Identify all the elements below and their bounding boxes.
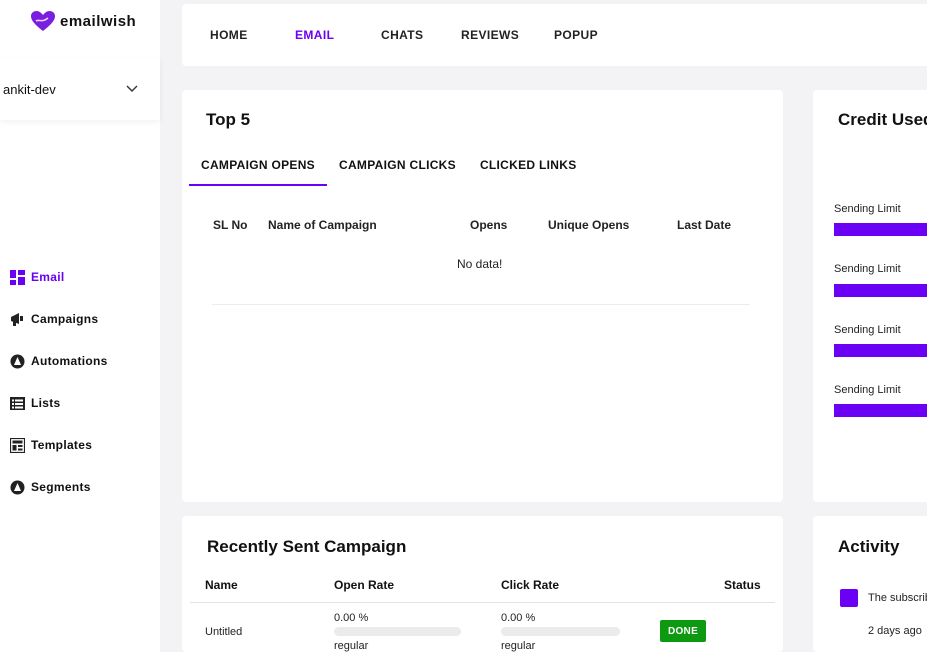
tab-popup[interactable]: POPUP <box>554 28 598 42</box>
credit-used-card: Credit Used Sending Limit Sending Limit … <box>813 90 927 502</box>
segment-icon <box>10 480 25 494</box>
sending-limit-bar <box>834 223 927 236</box>
sidebar-item-email[interactable]: Email <box>10 256 108 298</box>
tab-home[interactable]: HOME <box>210 28 248 42</box>
sending-limit-label: Sending Limit <box>834 263 901 275</box>
open-rate-type: regular <box>334 640 369 652</box>
tab-reviews[interactable]: REVIEWS <box>461 28 519 42</box>
sidebar-item-label: Templates <box>31 438 93 452</box>
top-navigation: HOME EMAIL CHATS REVIEWS POPUP <box>182 4 927 66</box>
click-rate-type: regular <box>501 640 536 652</box>
brand-logo[interactable]: emailwish <box>30 10 136 32</box>
column-header: Status <box>724 578 761 592</box>
column-header: Click Rate <box>501 578 560 592</box>
sidebar-item-label: Lists <box>31 396 61 410</box>
column-header[interactable]: Last Date <box>677 218 731 232</box>
column-header[interactable]: SL No <box>213 218 247 232</box>
column-header[interactable]: Opens <box>470 218 507 232</box>
sidebar-item-lists[interactable]: Lists <box>10 382 108 424</box>
campaign-name[interactable]: Untitled <box>205 626 242 638</box>
activity-indicator <box>840 589 858 607</box>
empty-state-text: No data! <box>457 257 503 271</box>
divider <box>190 602 775 603</box>
heart-logo-icon <box>31 11 55 31</box>
tab-email[interactable]: EMAIL <box>295 28 334 42</box>
sidebar-item-label: Campaigns <box>31 312 99 326</box>
card-title: Recently Sent Campaign <box>207 537 407 556</box>
column-header: Open Rate <box>334 578 395 592</box>
tab-clicked-links[interactable]: CLICKED LINKS <box>468 158 589 186</box>
click-rate-bar <box>501 627 620 636</box>
activity-card: Activity The subscriber 2 days ago <box>813 516 927 652</box>
sending-limit-bar <box>834 284 927 297</box>
sending-limit-label: Sending Limit <box>834 203 901 215</box>
sidebar-item-label: Automations <box>31 354 108 368</box>
sidebar-item-campaigns[interactable]: Campaigns <box>10 298 108 340</box>
column-header[interactable]: Name of Campaign <box>268 218 377 232</box>
tab-chats[interactable]: CHATS <box>381 28 423 42</box>
automation-icon <box>10 354 25 368</box>
top5-tabs: CAMPAIGN OPENS CAMPAIGN CLICKS CLICKED L… <box>189 158 589 186</box>
open-rate-bar <box>334 627 461 636</box>
sidebar-menu: Email Campaigns Automations Lists Templa… <box>10 256 108 508</box>
recent-campaign-card: Recently Sent Campaign Name Open Rate Cl… <box>182 516 783 652</box>
sidebar-item-automations[interactable]: Automations <box>10 340 108 382</box>
sidebar-item-label: Email <box>31 270 65 284</box>
top5-card: Top 5 CAMPAIGN OPENS CAMPAIGN CLICKS CLI… <box>182 90 783 502</box>
divider <box>212 304 750 305</box>
card-title: Credit Used <box>838 110 927 129</box>
sending-limit-bar <box>834 344 927 357</box>
card-title: Activity <box>838 537 900 556</box>
sidebar-item-templates[interactable]: Templates <box>10 424 108 466</box>
account-switcher[interactable]: ankit-dev <box>0 58 160 120</box>
tab-campaign-clicks[interactable]: CAMPAIGN CLICKS <box>327 158 468 186</box>
sidebar: emailwish ankit-dev Email Campaigns Auto… <box>0 0 160 652</box>
template-icon <box>10 437 25 453</box>
brand-name: emailwish <box>60 12 137 30</box>
activity-text[interactable]: The subscriber <box>868 592 927 604</box>
sending-limit-label: Sending Limit <box>834 384 901 396</box>
dashboard-icon <box>10 269 25 285</box>
sending-limit-bar <box>834 404 927 417</box>
status-badge: DONE <box>660 620 706 642</box>
tab-campaign-opens[interactable]: CAMPAIGN OPENS <box>189 158 327 186</box>
sending-limit-label: Sending Limit <box>834 324 901 336</box>
column-header: Name <box>205 578 238 592</box>
sidebar-item-label: Segments <box>31 480 91 494</box>
megaphone-icon <box>11 312 23 326</box>
column-header[interactable]: Unique Opens <box>548 218 629 232</box>
list-icon <box>10 396 25 410</box>
chevron-down-icon <box>126 85 138 92</box>
open-rate-value: 0.00 % <box>334 612 369 624</box>
card-title: Top 5 <box>206 110 251 129</box>
activity-time: 2 days ago <box>868 625 922 637</box>
account-name: ankit-dev <box>3 81 56 97</box>
click-rate-value: 0.00 % <box>501 612 536 624</box>
sidebar-item-segments[interactable]: Segments <box>10 466 108 508</box>
